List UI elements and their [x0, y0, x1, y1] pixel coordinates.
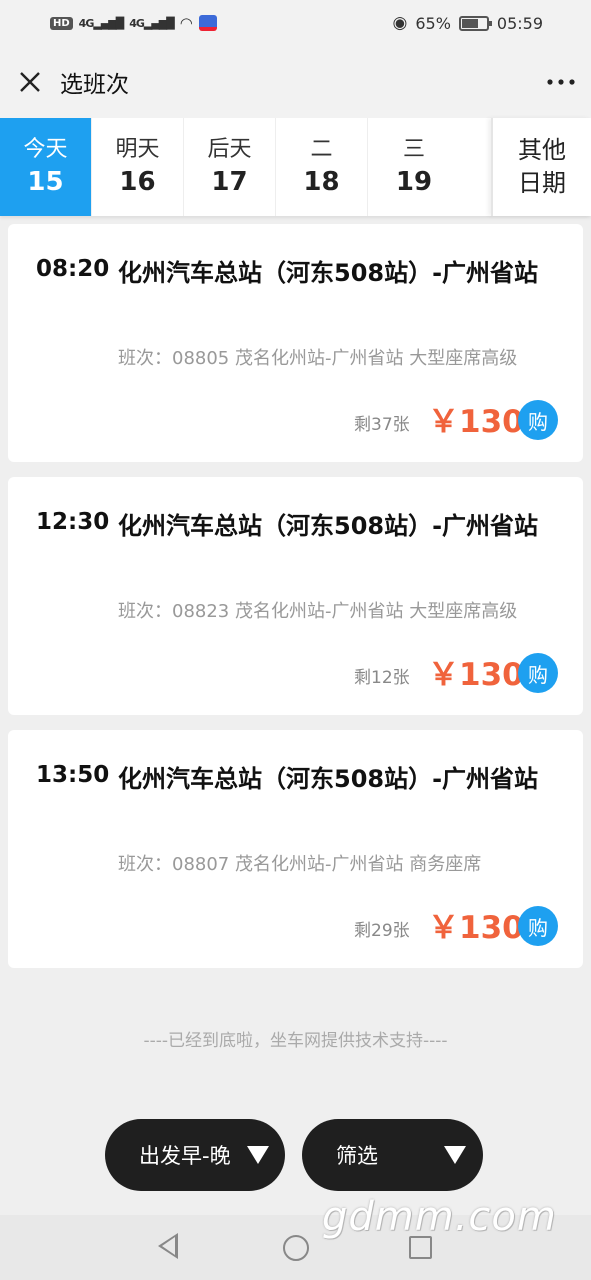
filter-label: 筛选	[336, 1144, 378, 1168]
trip-card[interactable]: 08:20 化州汽车总站（河东508站）-广州省站 班次：08805 茂名化州站…	[8, 224, 583, 462]
seats-remaining: 剩29张	[354, 921, 410, 941]
trip-info: 班次：08823 茂名化州站-广州省站 大型座席高级	[118, 601, 518, 622]
trip-card[interactable]: 13:50 化州汽车总站（河东508站）-广州省站 班次：08807 茂名化州站…	[8, 730, 583, 968]
sort-by-departure-button[interactable]: 出发早-晚	[105, 1119, 285, 1191]
hd-badge: HD	[50, 16, 73, 30]
header-bar: 选班次	[0, 46, 591, 118]
date-tab-tuesday[interactable]: 二 18	[276, 118, 368, 216]
wifi-icon: ◠	[179, 14, 193, 32]
more-button[interactable]	[531, 46, 591, 118]
seats-remaining: 剩12张	[354, 668, 410, 688]
buy-button[interactable]: 购	[518, 400, 558, 440]
route-name: 化州汽车总站（河东508站）-广州省站	[118, 512, 539, 540]
buy-button[interactable]: 购	[518, 906, 558, 946]
signal-icon: 4G▂▄▆█	[78, 16, 125, 30]
page-title: 选班次	[60, 72, 129, 98]
route-name: 化州汽车总站（河东508站）-广州省站	[118, 765, 539, 793]
sort-label: 出发早-晚	[139, 1144, 231, 1168]
ticket-price: ￥130	[428, 404, 524, 440]
triangle-down-icon	[247, 1146, 269, 1164]
more-icon	[547, 79, 575, 85]
end-of-list-note: ----已经到底啦，坐车网提供技术支持----	[143, 1031, 448, 1051]
departure-time: 13:50	[36, 762, 110, 788]
eye-icon: ◉	[392, 13, 408, 33]
ticket-price: ￥130	[428, 657, 524, 693]
close-icon	[20, 72, 40, 92]
battery-icon	[458, 15, 492, 31]
departure-time: 12:30	[36, 509, 110, 535]
trip-info: 班次：08807 茂名化州站-广州省站 商务座席	[118, 854, 482, 875]
date-tab-today[interactable]: 今天 15	[0, 118, 92, 216]
status-bar: HD 4G▂▄▆█ 4G▂▄▆█ ◠ ◉ 65% 05:59	[0, 0, 591, 46]
triangle-down-icon	[444, 1146, 466, 1164]
watermark: gdmm.com	[322, 1194, 557, 1240]
departure-time: 08:20	[36, 256, 110, 282]
ticket-price: ￥130	[428, 910, 524, 946]
date-tab-tomorrow[interactable]: 明天 16	[92, 118, 184, 216]
date-tab-wednesday[interactable]: 三 19	[368, 118, 460, 216]
date-tab-day-after[interactable]: 后天 17	[184, 118, 276, 216]
close-button[interactable]	[0, 46, 60, 118]
app-notification-icon	[198, 15, 217, 31]
route-name: 化州汽车总站（河东508站）-广州省站	[118, 259, 539, 287]
date-selector: 今天 15 明天 16 后天 17 二 18 三 19 其他 日期	[0, 118, 591, 216]
filter-button[interactable]: 筛选	[302, 1119, 483, 1191]
back-icon[interactable]	[158, 1233, 178, 1259]
buy-button[interactable]: 购	[518, 653, 558, 693]
clock: 05:59	[496, 13, 543, 33]
signal-icon-2: 4G▂▄▆█	[129, 16, 175, 30]
trip-info: 班次：08805 茂名化州站-广州省站 大型座席高级	[118, 348, 518, 369]
battery-percent: 65%	[415, 13, 451, 33]
other-date-button[interactable]: 其他 日期	[491, 118, 591, 216]
trip-card[interactable]: 12:30 化州汽车总站（河东508站）-广州省站 班次：08823 茂名化州站…	[8, 477, 583, 715]
home-icon[interactable]	[283, 1235, 309, 1261]
seats-remaining: 剩37张	[354, 415, 410, 435]
